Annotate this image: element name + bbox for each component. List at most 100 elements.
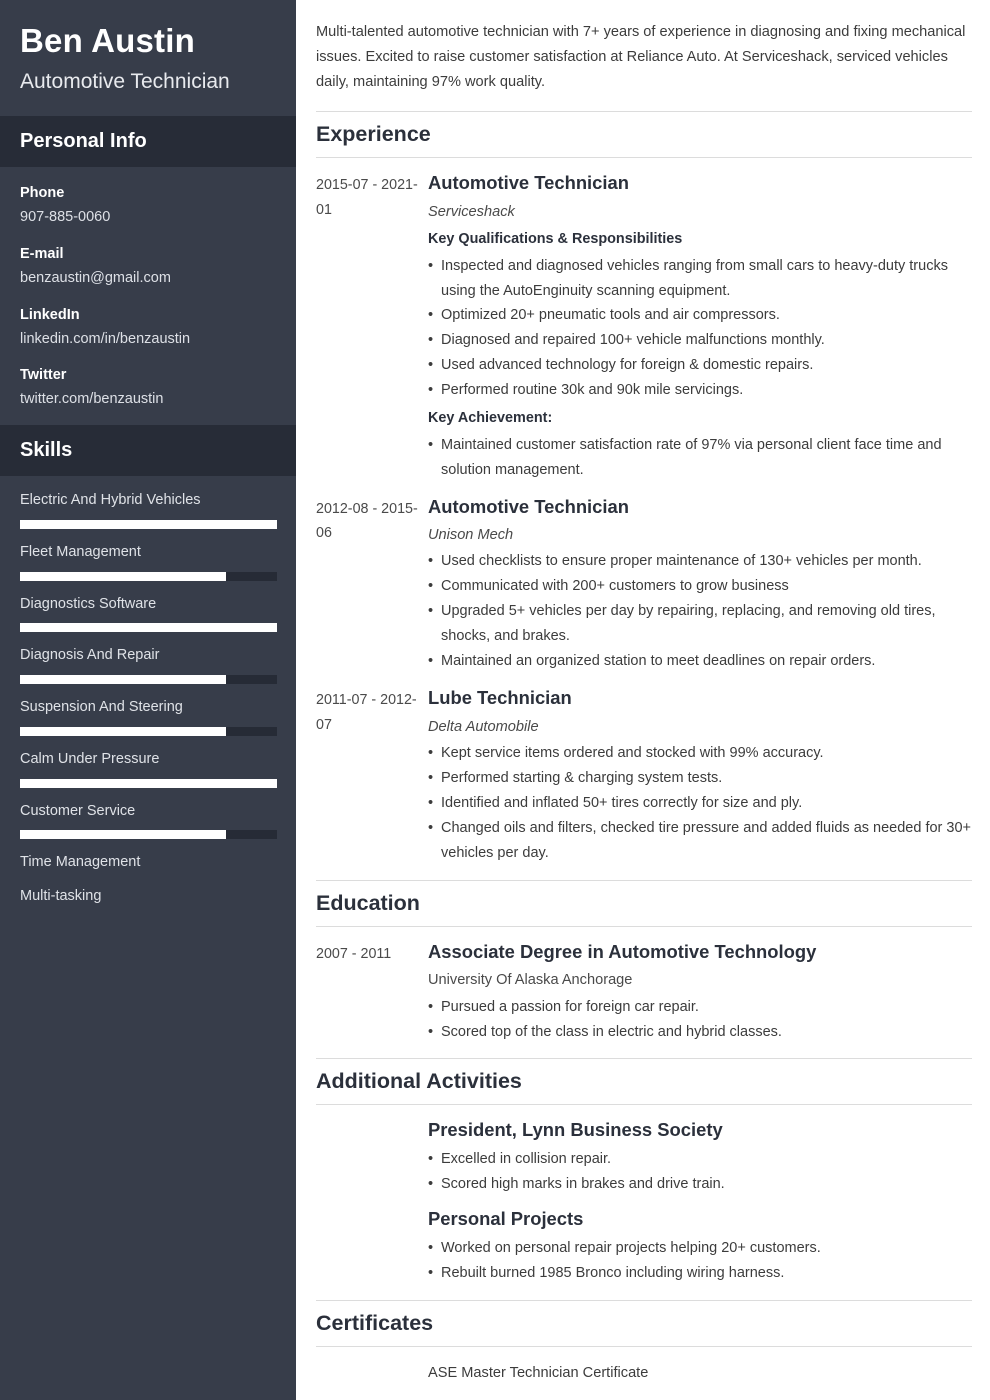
bullet-item: Scored top of the class in electric and … [428,1020,972,1045]
bullet-item: Optimized 20+ pneumatic tools and air co… [428,303,972,328]
activity-group: Personal Projects Worked on personal rep… [428,1207,972,1286]
degree-title: Associate Degree in Automotive Technolog… [428,940,817,962]
school-name: University Of Alaska Anchorage [428,972,633,989]
entry-role: Lube Technician [428,687,572,709]
contact-label: Twitter [20,367,67,384]
skill-level-fill [20,778,277,788]
bullet-item: Rebuilt burned 1985 Bronco including wir… [428,1261,972,1286]
bullet-item: Inspected and diagnosed vehicles ranging… [428,254,972,304]
certificate-item: ASE Master Technician Certificate [428,1364,649,1381]
skill-item: Diagnostics Software [20,594,277,633]
skill-level-track [20,778,277,788]
education-entries: 2007 - 2011 Associate Degree in Automoti… [316,927,972,1045]
activity-title: President, Lynn Business Society [428,1119,723,1141]
certificate-list: ASE Master Technician Certificate [316,1347,972,1386]
personal-info-list: Phone 907-885-0060 E-mail benzaustin@gma… [0,167,296,425]
skill-label: Suspension And Steering [20,699,183,716]
entry-dates: 2012-08 - 2015-06 [316,500,418,542]
bullet-item: Diagnosed and repaired 100+ vehicle malf… [428,328,972,353]
contact-value[interactable]: twitter.com/benzaustin [20,389,276,411]
main-content: Multi-talented automotive technician wit… [296,0,990,1400]
skill-level-fill [20,571,226,581]
education-entry: 2007 - 2011 Associate Degree in Automoti… [316,940,972,1045]
contact-value[interactable]: linkedin.com/in/benzaustin [20,329,276,351]
bullet-item: Scored high marks in brakes and drive tr… [428,1172,972,1197]
skill-item: Customer Service [20,801,277,840]
entry-bullets: Inspected and diagnosed vehicles ranging… [428,254,972,404]
candidate-name: Ben Austin [20,22,195,59]
skills-list: Electric And Hybrid Vehicles Fleet Manag… [0,476,296,930]
entry-body: Lube Technician Delta Automobile Kept se… [428,686,972,866]
entry-dates: 2015-07 - 2021-01 [316,177,418,218]
skill-item: Suspension And Steering [20,697,277,736]
section-education: Education 2007 - 2011 Associate Degree i… [316,879,972,1045]
activity-group: President, Lynn Business Society Excelle… [428,1118,972,1197]
entry-bullets: Used checklists to ensure proper mainten… [428,549,972,674]
skill-level-fill [20,519,277,529]
contact-label: Phone [20,185,65,202]
contact-item-email: E-mail benzaustin@gmail.com [20,244,276,290]
skill-level-track [20,519,277,529]
skill-item: Electric And Hybrid Vehicles [20,490,277,529]
skill-label: Calm Under Pressure [20,750,160,767]
skill-level-track [20,623,277,633]
skill-label: Multi-tasking [20,888,102,905]
skill-level-track [20,571,277,581]
skill-level-fill [20,726,226,736]
entry-dates: 2007 - 2011 [316,945,392,962]
bullet-item: Upgraded 5+ vehicles per day by repairin… [428,599,972,649]
entry-role: Automotive Technician [428,495,629,517]
achievement-heading: Key Achievement: [428,410,553,427]
skill-level-track [20,675,277,685]
skill-level-fill [20,675,226,685]
entry-body: Associate Degree in Automotive Technolog… [428,940,972,1045]
entry-body: Automotive Technician Serviceshack Key Q… [428,171,972,482]
contact-label: LinkedIn [20,306,80,323]
entry-organization: Delta Automobile [428,719,539,735]
bullet-item: Kept service items ordered and stocked w… [428,741,972,766]
bullet-item: Pursued a passion for foreign car repair… [428,995,972,1020]
skill-label: Time Management [20,854,141,871]
entry-body: Automotive Technician Unison Mech Used c… [428,495,972,675]
candidate-job-title: Automotive Technician [20,69,230,93]
contact-label: E-mail [20,245,64,262]
contact-item-linkedin: LinkedIn linkedin.com/in/benzaustin [20,305,276,351]
resume-document: Ben Austin Automotive Technician Persona… [0,0,990,1400]
entry-dates: 2011-07 - 2012-07 [316,692,417,733]
entry-organization: Serviceshack [428,204,515,220]
skills-header: Skills [0,425,296,477]
contact-item-phone: Phone 907-885-0060 [20,183,276,229]
skill-level-track [20,830,277,840]
bullet-item: Used advanced technology for foreign & d… [428,353,972,378]
skill-level-fill [20,623,277,633]
bullet-item: Identified and inflated 50+ tires correc… [428,791,972,816]
skill-item: Time Management [20,852,276,874]
bullet-item: Communicated with 200+ customers to grow… [428,574,972,599]
contact-value[interactable]: benzaustin@gmail.com [20,268,276,290]
bullet-item: Maintained customer satisfaction rate of… [428,433,972,483]
qualifications-heading: Key Qualifications & Responsibilities [428,231,683,248]
contact-value[interactable]: 907-885-0060 [20,207,276,229]
personal-info-heading: Personal Info [20,130,147,153]
section-certificates: Certificates ASE Master Technician Certi… [316,1299,972,1386]
section-title-additional-activities: Additional Activities [316,1058,972,1106]
bullet-item: Excelled in collision repair. [428,1147,972,1172]
activity-groups: President, Lynn Business Society Excelle… [316,1105,972,1285]
skill-level-track [20,726,277,736]
entry-bullets: Kept service items ordered and stocked w… [428,741,972,866]
name-block: Ben Austin Automotive Technician [0,0,296,117]
skill-label: Electric And Hybrid Vehicles [20,492,201,509]
bullet-item: Performed routine 30k and 90k mile servi… [428,378,972,403]
entry-achievement-bullets: Maintained customer satisfaction rate of… [428,433,972,483]
section-title-education: Education [316,879,972,927]
bullet-item: Maintained an organized station to meet … [428,649,972,674]
skill-label: Customer Service [20,802,136,819]
section-title-experience: Experience [316,111,972,159]
contact-item-twitter: Twitter twitter.com/benzaustin [20,365,276,411]
activity-bullets: Excelled in collision repair.Scored high… [428,1147,972,1197]
experience-entries: 2015-07 - 2021-01 Automotive Technician … [316,158,972,866]
skills-heading: Skills [20,439,73,462]
entry-role: Automotive Technician [428,172,629,194]
skill-level-fill [20,830,226,840]
skill-label: Diagnostics Software [20,595,157,612]
